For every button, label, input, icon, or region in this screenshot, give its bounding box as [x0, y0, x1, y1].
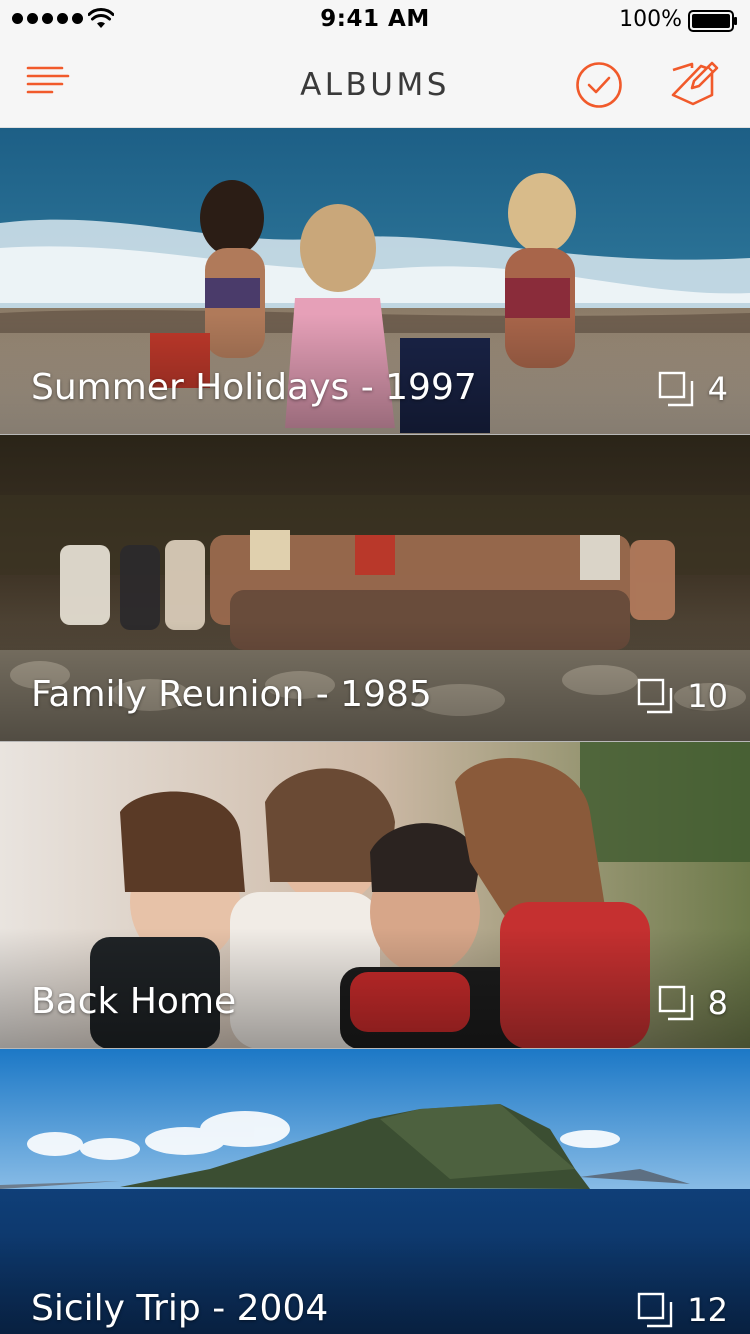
album-count-group: 10 [637, 677, 728, 715]
battery-icon [688, 10, 737, 32]
album-count: 8 [707, 984, 728, 1022]
nav-bar: ALBUMS [0, 40, 750, 128]
photos-stack-icon [658, 371, 693, 407]
album-count: 10 [687, 677, 728, 715]
photos-stack-icon [658, 985, 693, 1021]
status-bar: 9:41 AM 100% [0, 0, 750, 40]
page-title: ALBUMS [300, 67, 450, 103]
album-title: Back Home [31, 981, 237, 1022]
album-card[interactable]: Sicily Trip - 2004 12 [0, 1049, 750, 1334]
album-count-group: 8 [658, 984, 728, 1022]
album-title: Family Reunion - 1985 [31, 674, 432, 715]
photos-stack-icon [638, 678, 673, 714]
album-card[interactable]: Family Reunion - 1985 10 [0, 435, 750, 742]
album-card[interactable]: Summer Holidays - 1997 4 [0, 128, 750, 435]
album-count: 12 [687, 1291, 728, 1329]
album-count-group: 4 [658, 370, 728, 408]
albums-screen: 9:41 AM 100% ALBUMS Summer Holidays - 19… [0, 0, 750, 1334]
album-title: Sicily Trip - 2004 [31, 1288, 329, 1329]
album-list: Summer Holidays - 1997 4 Family Reunion … [0, 128, 750, 1334]
check-circle-icon[interactable] [574, 60, 624, 110]
battery-percent: 100% [619, 7, 682, 32]
album-card[interactable]: Back Home 8 [0, 742, 750, 1049]
album-count: 4 [707, 370, 728, 408]
album-count-group: 12 [637, 1291, 728, 1329]
edit-icon[interactable] [668, 58, 722, 108]
photos-stack-icon [638, 1292, 673, 1328]
album-title: Summer Holidays - 1997 [31, 367, 477, 408]
